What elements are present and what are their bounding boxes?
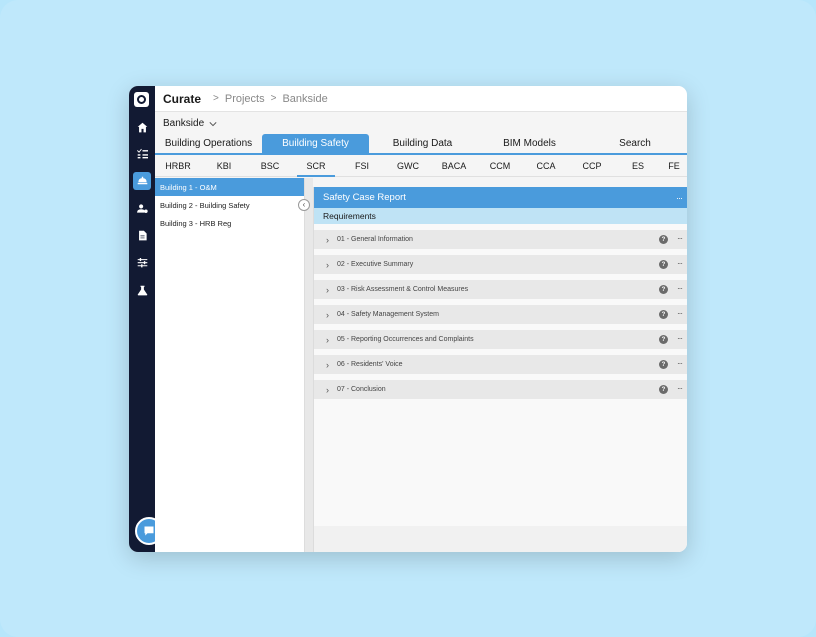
- requirement-row[interactable]: › 05 - Reporting Occurrences and Complain…: [314, 330, 687, 349]
- chevron-right-icon[interactable]: ›: [326, 310, 332, 320]
- more-options-icon[interactable]: ···: [677, 234, 683, 243]
- report-footer: [314, 526, 687, 552]
- tab-building-operations[interactable]: Building Operations: [155, 134, 262, 153]
- requirements-list: › 01 - General Information? ··· › 02 - Execu…: [314, 224, 687, 399]
- subtab-hrbr[interactable]: HRBR: [155, 155, 201, 177]
- app-window: Curate > Projects > Bankside Bankside Bu…: [129, 86, 687, 552]
- tab-building-data[interactable]: Building Data: [369, 134, 476, 153]
- more-options-icon[interactable]: ···: [677, 309, 683, 318]
- breadcrumb-bankside[interactable]: Bankside: [282, 93, 327, 105]
- help-icon[interactable]: ?: [659, 260, 668, 269]
- requirement-label: 01 - General Information: [337, 236, 413, 243]
- requirements-header: Requirements: [314, 208, 687, 224]
- help-icon[interactable]: ?: [659, 285, 668, 294]
- curate-logo-icon[interactable]: [134, 92, 149, 107]
- main-tabs: Building Operations Building Safety Buil…: [155, 134, 687, 155]
- safety-case-report-panel: Safety Case Report ··· Requirements › 01 …: [313, 187, 687, 552]
- sliders-icon[interactable]: [133, 253, 151, 271]
- requirement-label: 03 - Risk Assessment & Control Measures: [337, 286, 469, 293]
- tab-bim-models[interactable]: BIM Models: [476, 134, 583, 153]
- building-safety-icon[interactable]: [133, 172, 151, 190]
- requirement-row[interactable]: › 02 - Executive Summary? ···: [314, 255, 687, 274]
- tree-item-building-3[interactable]: Building 3 - HRB Reg: [155, 214, 304, 232]
- requirement-label: 06 - Residents' Voice: [337, 361, 403, 368]
- requirement-row[interactable]: › 04 - Safety Management System? ···: [314, 305, 687, 324]
- chevron-right-icon[interactable]: ›: [326, 335, 332, 345]
- panel-divider[interactable]: [305, 178, 313, 552]
- chevron-down-icon: [209, 121, 217, 126]
- building-tree: Building 1 - O&M Building 2 - Building S…: [155, 178, 305, 552]
- breadcrumb-separator: >: [270, 93, 277, 104]
- subtab-fe[interactable]: FE: [661, 155, 687, 177]
- project-selector-label: Bankside: [163, 118, 205, 129]
- more-options-icon[interactable]: ···: [677, 284, 683, 293]
- chevron-right-icon[interactable]: ›: [326, 235, 332, 245]
- tree-item-building-1[interactable]: Building 1 - O&M: [155, 178, 304, 196]
- chevron-right-icon[interactable]: ›: [326, 385, 332, 395]
- requirement-row[interactable]: › 06 - Residents' Voice? ···: [314, 355, 687, 374]
- checklist-icon[interactable]: [133, 144, 151, 162]
- requirement-row[interactable]: › 07 - Conclusion? ···: [314, 380, 687, 399]
- flask-icon[interactable]: [133, 281, 151, 299]
- top-bar: Curate > Projects > Bankside: [155, 86, 687, 112]
- tab-building-safety[interactable]: Building Safety: [262, 134, 369, 153]
- requirement-label: 07 - Conclusion: [337, 386, 386, 393]
- requirement-label: 05 - Reporting Occurrences and Complaint…: [337, 336, 474, 343]
- help-icon[interactable]: ?: [659, 335, 668, 344]
- breadcrumb-projects[interactable]: Projects: [225, 93, 265, 105]
- chevron-right-icon[interactable]: ›: [326, 285, 332, 295]
- more-options-icon[interactable]: ···: [677, 384, 683, 393]
- report-title: Safety Case Report: [323, 192, 406, 203]
- nav-rail: [129, 86, 155, 552]
- sub-tabs: HRBR KBI BSC SCR FSI GWC BACA CCM CCA CC…: [155, 155, 687, 177]
- subtab-cca[interactable]: CCA: [523, 155, 569, 177]
- requirement-label: 04 - Safety Management System: [337, 311, 439, 318]
- breadcrumb-separator: >: [213, 93, 219, 104]
- user-settings-icon[interactable]: [133, 199, 151, 217]
- more-options-icon[interactable]: ···: [677, 259, 683, 268]
- report-header: Safety Case Report ···: [314, 187, 687, 208]
- requirement-label: 02 - Executive Summary: [337, 261, 414, 268]
- subtab-gwc[interactable]: GWC: [385, 155, 431, 177]
- help-icon[interactable]: ?: [659, 235, 668, 244]
- document-icon[interactable]: [133, 226, 151, 244]
- subtab-fsi[interactable]: FSI: [339, 155, 385, 177]
- project-selector[interactable]: Bankside: [155, 113, 687, 134]
- chevron-right-icon[interactable]: ›: [326, 260, 332, 270]
- help-icon[interactable]: ?: [659, 360, 668, 369]
- more-options-icon[interactable]: ···: [677, 334, 683, 343]
- subtab-kbi[interactable]: KBI: [201, 155, 247, 177]
- subtab-baca[interactable]: BACA: [431, 155, 477, 177]
- home-icon[interactable]: [133, 118, 151, 136]
- tab-search[interactable]: Search: [583, 134, 687, 153]
- collapse-panel-icon[interactable]: ‹: [298, 199, 310, 211]
- more-options-icon[interactable]: ···: [677, 359, 683, 368]
- tree-item-building-2[interactable]: Building 2 - Building Safety: [155, 196, 304, 214]
- subtab-bsc[interactable]: BSC: [247, 155, 293, 177]
- chevron-right-icon[interactable]: ›: [326, 360, 332, 370]
- help-icon[interactable]: ?: [659, 385, 668, 394]
- subtab-ccp[interactable]: CCP: [569, 155, 615, 177]
- requirement-row[interactable]: › 03 - Risk Assessment & Control Measures…: [314, 280, 687, 299]
- report-more-icon[interactable]: ···: [676, 193, 683, 203]
- subtab-es[interactable]: ES: [615, 155, 661, 177]
- subtab-scr[interactable]: SCR: [293, 155, 339, 177]
- requirement-row[interactable]: › 01 - General Information? ···: [314, 230, 687, 249]
- subtab-ccm[interactable]: CCM: [477, 155, 523, 177]
- help-icon[interactable]: ?: [659, 310, 668, 319]
- app-title[interactable]: Curate: [163, 92, 201, 106]
